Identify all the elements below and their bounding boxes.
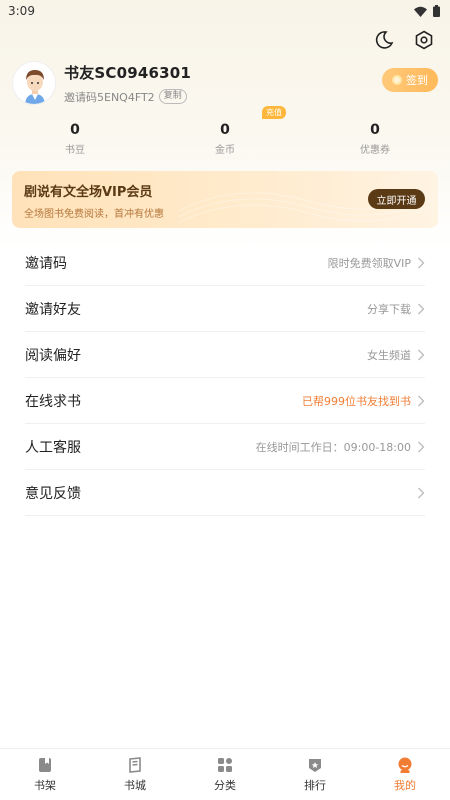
menu-label: 邀请好友 xyxy=(25,301,81,318)
tab-label: 排行 xyxy=(304,778,326,792)
chevron-right-icon xyxy=(418,395,425,406)
top-actions xyxy=(372,28,436,52)
stat-label: 书豆 xyxy=(65,145,85,156)
battery-icon xyxy=(433,5,440,17)
stat-coins[interactable]: 充值 0 金币 xyxy=(150,106,300,156)
menu-value: 分享下载 xyxy=(367,302,411,316)
night-mode-button[interactable] xyxy=(372,28,396,52)
menu-right xyxy=(417,487,425,499)
stat-label: 优惠券 xyxy=(360,145,390,156)
avatar[interactable] xyxy=(12,61,56,105)
status-time: 3:09 xyxy=(8,4,35,18)
settings-menu: 邀请码 限时免费领取VIP 邀请好友 分享下载 阅读偏好 女生频道 在线求书 已… xyxy=(25,240,425,516)
stat-value: 0 xyxy=(370,122,380,138)
menu-item-book-request[interactable]: 在线求书 已帮999位书友找到书 xyxy=(25,378,425,424)
menu-label: 人工客服 xyxy=(25,439,81,456)
stat-label: 金币 xyxy=(215,145,235,156)
menu-label: 意见反馈 xyxy=(25,485,81,502)
recharge-badge[interactable]: 充值 xyxy=(262,106,286,119)
chevron-right-icon xyxy=(418,349,425,360)
menu-label: 邀请码 xyxy=(25,255,67,272)
menu-right: 在线时间工作日：09:00-18:00 xyxy=(256,439,425,455)
menu-item-customer-service[interactable]: 人工客服 在线时间工作日：09:00-18:00 xyxy=(25,424,425,470)
stat-beans[interactable]: 0 书豆 xyxy=(0,122,150,156)
invite-code: 邀请码5ENQ4FT2 xyxy=(64,90,155,104)
invite-row: 邀请码5ENQ4FT2 复制 xyxy=(64,89,438,105)
menu-item-feedback[interactable]: 意见反馈 xyxy=(25,470,425,516)
bookshelf-icon xyxy=(39,757,51,772)
stat-coupons[interactable]: 0 优惠券 xyxy=(300,122,450,156)
profile-icon xyxy=(398,757,412,773)
menu-value: 已帮999位书友找到书 xyxy=(302,394,411,408)
checkin-icon xyxy=(392,75,402,85)
menu-right: 分享下载 xyxy=(367,301,425,317)
tab-label: 我的 xyxy=(394,778,416,792)
menu-right: 限时免费领取VIP xyxy=(328,255,425,271)
menu-label: 在线求书 xyxy=(25,393,81,410)
chevron-right-icon xyxy=(418,303,425,314)
menu-value: 在线时间工作日：09:00-18:00 xyxy=(255,440,411,454)
checkin-button[interactable]: 签到 xyxy=(382,68,438,92)
stat-value: 0 xyxy=(70,122,80,138)
wifi-icon xyxy=(414,6,427,17)
moon-icon xyxy=(375,31,394,49)
chevron-right-icon xyxy=(418,257,425,268)
tab-category[interactable]: 分类 xyxy=(180,749,270,800)
menu-value: 女生频道 xyxy=(367,348,411,362)
status-icons xyxy=(414,5,440,17)
profile-section: 书友SC0946301 邀请码5ENQ4FT2 复制 签到 xyxy=(12,60,438,106)
tab-ranking[interactable]: 排行 xyxy=(270,749,360,800)
menu-item-invite-code[interactable]: 邀请码 限时免费领取VIP xyxy=(25,240,425,286)
menu-right: 女生频道 xyxy=(367,347,425,363)
settings-hexagon-icon xyxy=(415,30,433,50)
stat-value: 0 xyxy=(220,122,230,138)
vip-banner[interactable]: 剧说有文全场VIP会员 全场图书免费阅读，首冲有优惠 立即开通 xyxy=(12,171,438,228)
stats-row: 0 书豆 充值 0 金币 0 优惠券 xyxy=(0,106,450,156)
menu-value: 限时免费领取VIP xyxy=(327,256,411,270)
chevron-right-icon xyxy=(418,487,425,498)
ranking-icon xyxy=(309,758,321,772)
tab-bookshelf[interactable]: 书架 xyxy=(0,749,90,800)
checkin-label: 签到 xyxy=(406,74,428,87)
menu-label: 阅读偏好 xyxy=(25,347,81,364)
bookstore-icon xyxy=(129,756,141,773)
menu-item-invite-friends[interactable]: 邀请好友 分享下载 xyxy=(25,286,425,332)
chevron-right-icon xyxy=(418,441,425,452)
menu-right: 已帮999位书友找到书 xyxy=(302,393,425,409)
bottom-tab-bar: 书架 书城 分类 排行 我的 xyxy=(0,748,450,800)
status-bar: 3:09 xyxy=(0,0,450,22)
avatar-illustration xyxy=(13,62,55,104)
tab-label: 书城 xyxy=(124,778,146,792)
tab-label: 分类 xyxy=(214,778,236,792)
copy-button[interactable]: 复制 xyxy=(158,89,187,104)
vip-open-button[interactable]: 立即开通 xyxy=(368,189,425,209)
tab-label: 书架 xyxy=(34,778,56,792)
tab-mine[interactable]: 我的 xyxy=(360,749,450,800)
vip-title: 剧说有文全场VIP会员 xyxy=(24,185,153,200)
settings-button[interactable] xyxy=(412,28,436,52)
menu-item-reading-preference[interactable]: 阅读偏好 女生频道 xyxy=(25,332,425,378)
tab-bookstore[interactable]: 书城 xyxy=(90,749,180,800)
vip-subtitle: 全场图书免费阅读，首冲有优惠 xyxy=(24,209,164,220)
category-icon xyxy=(218,757,232,772)
